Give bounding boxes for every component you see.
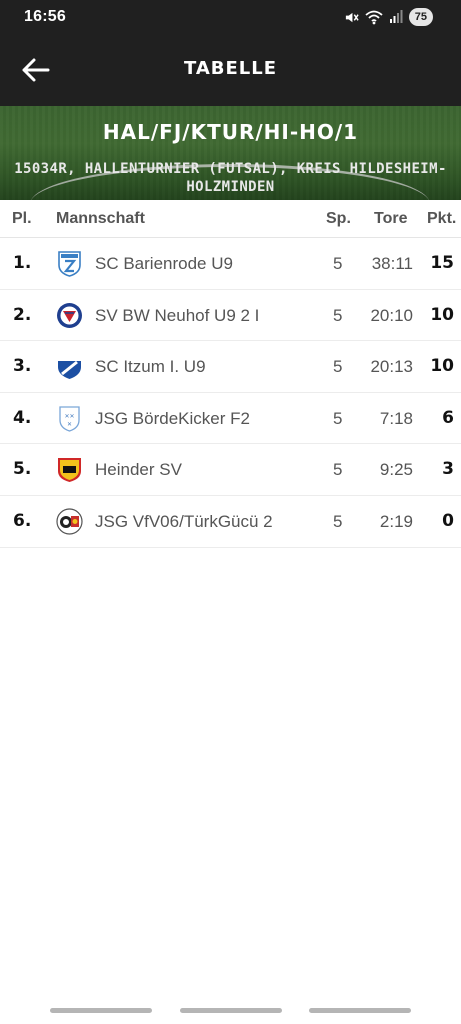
heinder-sv-crest-icon — [58, 458, 81, 483]
row-place: 6. — [13, 510, 32, 531]
signal-icon — [389, 10, 403, 23]
row-points: 15 — [430, 253, 454, 273]
row-goals: 2:19 — [379, 511, 413, 531]
status-time: 16:56 — [24, 8, 66, 25]
row-team: Heinder SV — [95, 460, 182, 480]
row-games: 5 — [333, 254, 343, 273]
table-row[interactable]: 3. SC Itzum I. U9 5 20:13 10 — [0, 341, 461, 393]
row-team: SV BW Neuhof U9 2 I — [95, 305, 260, 325]
table-row[interactable]: 2. SV BW Neuhof U9 2 I 5 20:10 10 — [0, 290, 461, 342]
nav-back-pill[interactable] — [309, 1008, 411, 1013]
jsg-vfv06-crest-icon — [56, 508, 83, 535]
row-points: 3 — [442, 459, 454, 480]
app-bar: TABELLE — [0, 34, 461, 106]
row-place: 1. — [13, 253, 32, 273]
sv-bw-neuhof-crest-icon — [57, 302, 82, 328]
table-row[interactable]: 1. SC Barienrode U9 5 38:11 15 — [0, 238, 461, 290]
sc-barienrode-crest-icon — [58, 251, 81, 277]
svg-text:✕✕: ✕✕ — [64, 413, 74, 420]
row-points: 6 — [442, 407, 454, 428]
table-row[interactable]: 4. ✕✕ ✕ JSG BördeKicker F2 5 7:18 6 — [0, 393, 461, 445]
competition-description: 15034R, HALLENTURNIER (FUTSAL), KREIS HI… — [14, 161, 447, 195]
status-bar: 16:56 75 — [0, 0, 461, 34]
sc-itzum-crest-icon — [58, 356, 81, 380]
row-goals: 20:13 — [370, 357, 413, 377]
row-team: JSG BördeKicker F2 — [95, 408, 250, 428]
row-games: 5 — [333, 305, 343, 325]
row-goals: 9:25 — [379, 460, 413, 480]
competition-code: HAL/FJ/KTUR/HI-HO/1 — [102, 120, 359, 144]
row-games: 5 — [333, 511, 343, 531]
row-team: JSG VfV06/TürkGücü 2 — [95, 511, 273, 531]
row-goals: 20:10 — [370, 305, 413, 325]
nav-home-pill[interactable] — [180, 1008, 282, 1013]
competition-banner: HAL/FJ/KTUR/HI-HO/1 15034R, HALLENTURNIE… — [0, 106, 461, 200]
standings-table: 1. SC Barienrode U9 5 38:11 15 2. SV BW … — [0, 238, 461, 548]
page-title: TABELLE — [183, 58, 278, 79]
row-place: 4. — [13, 407, 32, 428]
row-goals: 7:18 — [379, 408, 413, 428]
header-tore: Tore — [374, 210, 408, 227]
row-place: 2. — [13, 304, 32, 325]
system-nav-bar — [0, 1000, 461, 1024]
table-row[interactable]: 5. Heinder SV 5 9:25 3 — [0, 444, 461, 496]
jsg-boerdekicker-crest-icon: ✕✕ ✕ — [59, 406, 80, 432]
row-points: 0 — [442, 510, 454, 531]
row-goals: 38:11 — [371, 254, 413, 273]
row-games: 5 — [333, 357, 343, 377]
row-games: 5 — [333, 460, 343, 480]
svg-text:✕: ✕ — [67, 421, 72, 428]
row-place: 5. — [13, 459, 32, 480]
header-pkt: Pkt. — [427, 210, 457, 227]
row-points: 10 — [430, 304, 454, 325]
wifi-icon — [365, 10, 383, 24]
nav-recent-pill[interactable] — [50, 1008, 152, 1013]
status-icons: 75 — [344, 8, 433, 26]
header-sp: Sp. — [326, 210, 351, 227]
mute-icon — [345, 12, 359, 22]
row-place: 3. — [13, 356, 32, 377]
row-team: SC Barienrode U9 — [95, 254, 233, 273]
row-team: SC Itzum I. U9 — [95, 357, 206, 377]
row-points: 10 — [430, 356, 454, 377]
header-pl: Pl. — [12, 210, 32, 227]
table-header: Pl. Mannschaft Sp. Tore Pkt. — [0, 200, 461, 238]
table-row[interactable]: 6. JSG VfV06/TürkGücü 2 5 2:19 0 — [0, 496, 461, 548]
battery-badge: 75 — [408, 8, 433, 26]
row-games: 5 — [333, 408, 343, 428]
header-team: Mannschaft — [56, 210, 145, 227]
